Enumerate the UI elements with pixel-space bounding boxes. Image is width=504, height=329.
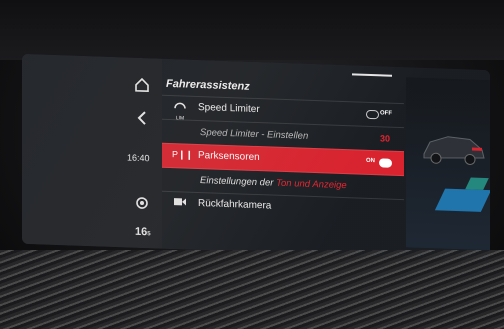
- back-icon[interactable]: [132, 110, 152, 132]
- settings-label-text: Einstellungen der: [200, 175, 277, 189]
- temperature-decimal: 5: [147, 231, 151, 238]
- climate-icon[interactable]: [132, 196, 152, 216]
- scroll-indicator: [352, 73, 392, 77]
- speed-limiter-toggle[interactable]: OFF: [366, 109, 392, 120]
- dashboard-trim: [0, 250, 504, 329]
- car-illustration-icon: [423, 136, 485, 165]
- camera-icon: [172, 197, 188, 212]
- park-sensors-toggle[interactable]: ON: [366, 158, 392, 168]
- left-rail: 16:40 165: [22, 53, 162, 249]
- menu-item-label: Parksensoren: [198, 149, 260, 164]
- menu-item-label: Speed Limiter: [198, 101, 260, 116]
- infotainment-screen: 16:40 165 Fahrerassistenz LIM Speed Limi…: [22, 53, 490, 261]
- speed-limiter-icon: LIM: [172, 101, 188, 121]
- temperature-value: 16: [135, 225, 148, 239]
- menu-item-label: Einstellungen der Ton und Anzeige: [200, 175, 347, 191]
- screen-bezel: [0, 0, 504, 60]
- settings-label-highlight: Ton und Anzeige: [276, 177, 347, 192]
- temperature-readout[interactable]: 165: [135, 226, 151, 239]
- home-icon[interactable]: [132, 77, 152, 98]
- speed-limit-value: 30: [379, 133, 390, 144]
- park-sensor-icon: P❙❙: [172, 149, 194, 160]
- menu-item-label: Rückfahrkamera: [198, 197, 272, 212]
- menu-item-label: Speed Limiter - Einstellen: [200, 127, 309, 142]
- toggle-state: ON: [366, 157, 375, 165]
- clock-time: 16:40: [127, 152, 150, 164]
- sensor-zone-blue: [434, 188, 490, 212]
- toggle-state: OFF: [380, 110, 392, 117]
- driver-assist-menu: Fahrerassistenz LIM Speed Limiter OFF Sp…: [162, 73, 404, 225]
